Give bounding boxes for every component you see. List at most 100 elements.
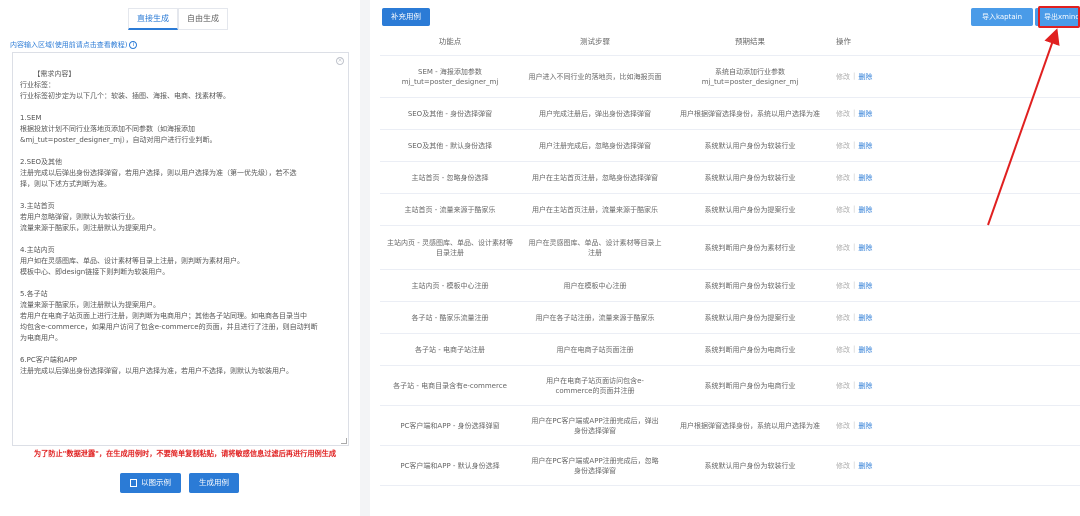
cell-steps: 用户在PC客户端或APP注册完成后，弹出身份选择弹窗	[531, 416, 659, 435]
edit-link[interactable]: 修改	[836, 281, 850, 291]
table-row: 主站首页 - 流量来源于酷家乐 用户在主站首页注册，流量来源于酷家乐 系统默认用户身…	[380, 194, 1080, 226]
cell-actions: 修改 | 删除	[830, 205, 890, 215]
cell-steps: 用户在模板中心注册	[563, 281, 627, 290]
table-row: 主站首页 - 忽略身份选择 用户在主站首页注册，忽略身份选择弹窗 系统默认用户身份为…	[380, 162, 1080, 194]
action-buttons: 以图示例 生成用例	[120, 473, 239, 493]
delete-link[interactable]: 删除	[858, 381, 872, 391]
edit-link[interactable]: 修改	[836, 345, 850, 355]
cell-feature: 各子站 - 酷家乐流量注册	[411, 313, 489, 322]
cell-actions: 修改 | 删除	[830, 281, 890, 291]
delete-link[interactable]: 删除	[858, 243, 872, 253]
cell-actions: 修改 | 删除	[830, 345, 890, 355]
delete-link[interactable]: 删除	[858, 313, 872, 323]
cell-actions: 修改 | 删除	[830, 313, 890, 323]
document-icon	[130, 479, 137, 487]
cell-feature: 主站内页 - 模板中心注册	[411, 281, 489, 290]
edit-link[interactable]: 修改	[836, 461, 850, 471]
cell-actions: 修改 | 删除	[830, 461, 890, 471]
delete-link[interactable]: 删除	[858, 345, 872, 355]
edit-link[interactable]: 修改	[836, 313, 850, 323]
cell-steps: 用户在主站首页注册，流量来源于酷家乐	[532, 205, 658, 214]
table-row: SEO及其他 - 默认身份选择 用户注册完成后，忽略身份选择弹窗 系统默认用户身份为…	[380, 130, 1080, 162]
edit-link[interactable]: 修改	[836, 243, 850, 253]
cell-steps: 用户在PC客户端或APP注册完成后，忽略身份选择弹窗	[531, 456, 659, 475]
col-actions: 操作	[836, 37, 851, 46]
cell-expected: 系统判断用户身份为素材行业	[704, 243, 796, 252]
cell-actions: 修改 | 删除	[830, 243, 890, 253]
op-separator: |	[853, 204, 856, 213]
op-separator: |	[853, 280, 856, 289]
cell-feature: SEO及其他 - 身份选择弹窗	[407, 109, 493, 118]
table-body: SEM - 海报添加参数 mj_tut=poster_designer_mj 用户…	[380, 56, 1080, 486]
table-row: PC客户端和APP - 默认身份选择 用户在PC客户端或APP注册完成后，忽略身份…	[380, 446, 1080, 486]
edit-link[interactable]: 修改	[836, 72, 850, 82]
testcase-table: 功能点 测试步骤 预期结果 操作 SEM - 海报添加参数 mj_tut=pos…	[380, 28, 1080, 486]
delete-link[interactable]: 删除	[858, 421, 872, 431]
supplement-button[interactable]: 补充用例	[382, 8, 430, 26]
col-expected: 预期结果	[735, 36, 765, 46]
data-leak-warning: 为了防止"数据泄露"，在生成用例时，不要简单复制粘贴，请将敏感信息过滤后再进行用…	[33, 449, 337, 458]
cell-expected: 系统判断用户身份为电商行业	[704, 381, 796, 390]
delete-link[interactable]: 删除	[858, 461, 872, 471]
cell-steps: 用户在主站首页注册，忽略身份选择弹窗	[532, 173, 658, 182]
tab-direct-generate[interactable]: 直接生成	[128, 8, 178, 30]
cell-steps: 用户在电商子站页面访问包含e-commerce的页面并注册	[546, 376, 644, 395]
cell-feature: 主站首页 - 流量来源于酷家乐	[404, 205, 496, 214]
mode-tabs: 直接生成 自由生成	[128, 8, 228, 30]
edit-link[interactable]: 修改	[836, 205, 850, 215]
delete-link[interactable]: 删除	[858, 72, 872, 82]
requirement-text: 【需求内容】 行业标签： 行业标签初步定为以下几个：软装、插图、海报、电商、找素…	[20, 70, 318, 375]
cell-steps: 用户注册完成后，忽略身份选择弹窗	[539, 141, 651, 150]
op-separator: |	[853, 71, 856, 80]
cell-feature: SEM - 海报添加参数 mj_tut=poster_designer_mj	[401, 67, 499, 86]
table-row: 各子站 - 酷家乐流量注册 用户在各子站注册，流量来源于酷家乐 系统默认用户身份为提…	[380, 302, 1080, 334]
input-panel: 直接生成 自由生成 内容输入区域(使用前请点击查看教程) i 【需求内容】 行业…	[0, 0, 360, 516]
resize-handle[interactable]	[341, 438, 347, 444]
edit-link[interactable]: 修改	[836, 141, 850, 151]
op-separator: |	[853, 172, 856, 181]
cell-expected: 系统默认用户身份为提案行业	[704, 313, 796, 322]
cell-steps: 用户在各子站注册，流量来源于酷家乐	[535, 313, 655, 322]
cell-steps: 用户在电商子站页面注册	[556, 345, 634, 354]
cell-feature: 主站内页 - 灵感图库、单品、设计素材等目录注册	[387, 238, 513, 257]
table-row: 主站内页 - 灵感图库、单品、设计素材等目录注册 用户在灵感图库、单品、设计素材等…	[380, 226, 1080, 270]
cell-actions: 修改 | 删除	[830, 141, 890, 151]
col-steps: 测试步骤	[580, 36, 610, 46]
generate-button[interactable]: 生成用例	[189, 473, 239, 493]
delete-link[interactable]: 删除	[858, 109, 872, 119]
requirement-textarea[interactable]: 【需求内容】 行业标签： 行业标签初步定为以下几个：软装、插图、海报、电商、找素…	[12, 52, 349, 446]
example-button[interactable]: 以图示例	[120, 473, 181, 493]
input-hint-label[interactable]: 内容输入区域(使用前请点击查看教程)	[10, 40, 127, 50]
delete-link[interactable]: 删除	[858, 205, 872, 215]
clear-icon[interactable]: ×	[336, 57, 344, 65]
app-root: 直接生成 自由生成 内容输入区域(使用前请点击查看教程) i 【需求内容】 行业…	[0, 0, 1080, 516]
cell-feature: 主站首页 - 忽略身份选择	[411, 173, 489, 182]
delete-link[interactable]: 删除	[858, 173, 872, 183]
input-hint[interactable]: 内容输入区域(使用前请点击查看教程) i	[10, 40, 138, 50]
table-row: 各子站 - 电商子站注册 用户在电商子站页面注册 系统判断用户身份为电商行业 修改 | 删…	[380, 334, 1080, 366]
op-separator: |	[853, 108, 856, 117]
cell-expected: 系统默认用户身份为软装行业	[704, 461, 796, 470]
import-kaptain-button[interactable]: 导入kaptain	[971, 8, 1033, 26]
cell-expected: 系统自动添加行业参数 mj_tut=poster_designer_mj	[701, 67, 799, 86]
delete-link[interactable]: 删除	[858, 281, 872, 291]
info-icon[interactable]: i	[129, 41, 138, 49]
edit-link[interactable]: 修改	[836, 173, 850, 183]
table-row: SEO及其他 - 身份选择弹窗 用户完成注册后，弹出身份选择弹窗 用户根据弹窗选择身…	[380, 98, 1080, 130]
cell-expected: 系统默认用户身份为软装行业	[704, 141, 796, 150]
delete-link[interactable]: 删除	[858, 141, 872, 151]
cell-actions: 修改 | 删除	[830, 173, 890, 183]
cell-steps: 用户在灵感图库、单品、设计素材等目录上注册	[528, 238, 662, 257]
edit-link[interactable]: 修改	[836, 109, 850, 119]
tab-free-generate[interactable]: 自由生成	[178, 8, 228, 30]
edit-link[interactable]: 修改	[836, 381, 850, 391]
table-row: 各子站 - 电商目录含有e-commerce 用户在电商子站页面访问包含e-com…	[380, 366, 1080, 406]
example-button-label: 以图示例	[141, 478, 171, 487]
edit-link[interactable]: 修改	[836, 421, 850, 431]
col-feature: 功能点	[438, 36, 462, 46]
cell-actions: 修改 | 删除	[830, 109, 890, 119]
cell-expected: 系统默认用户身份为软装行业	[704, 173, 796, 182]
op-separator: |	[853, 242, 856, 251]
cell-expected: 系统判断用户身份为软装行业	[704, 281, 796, 290]
cell-feature: SEO及其他 - 默认身份选择	[407, 141, 493, 150]
